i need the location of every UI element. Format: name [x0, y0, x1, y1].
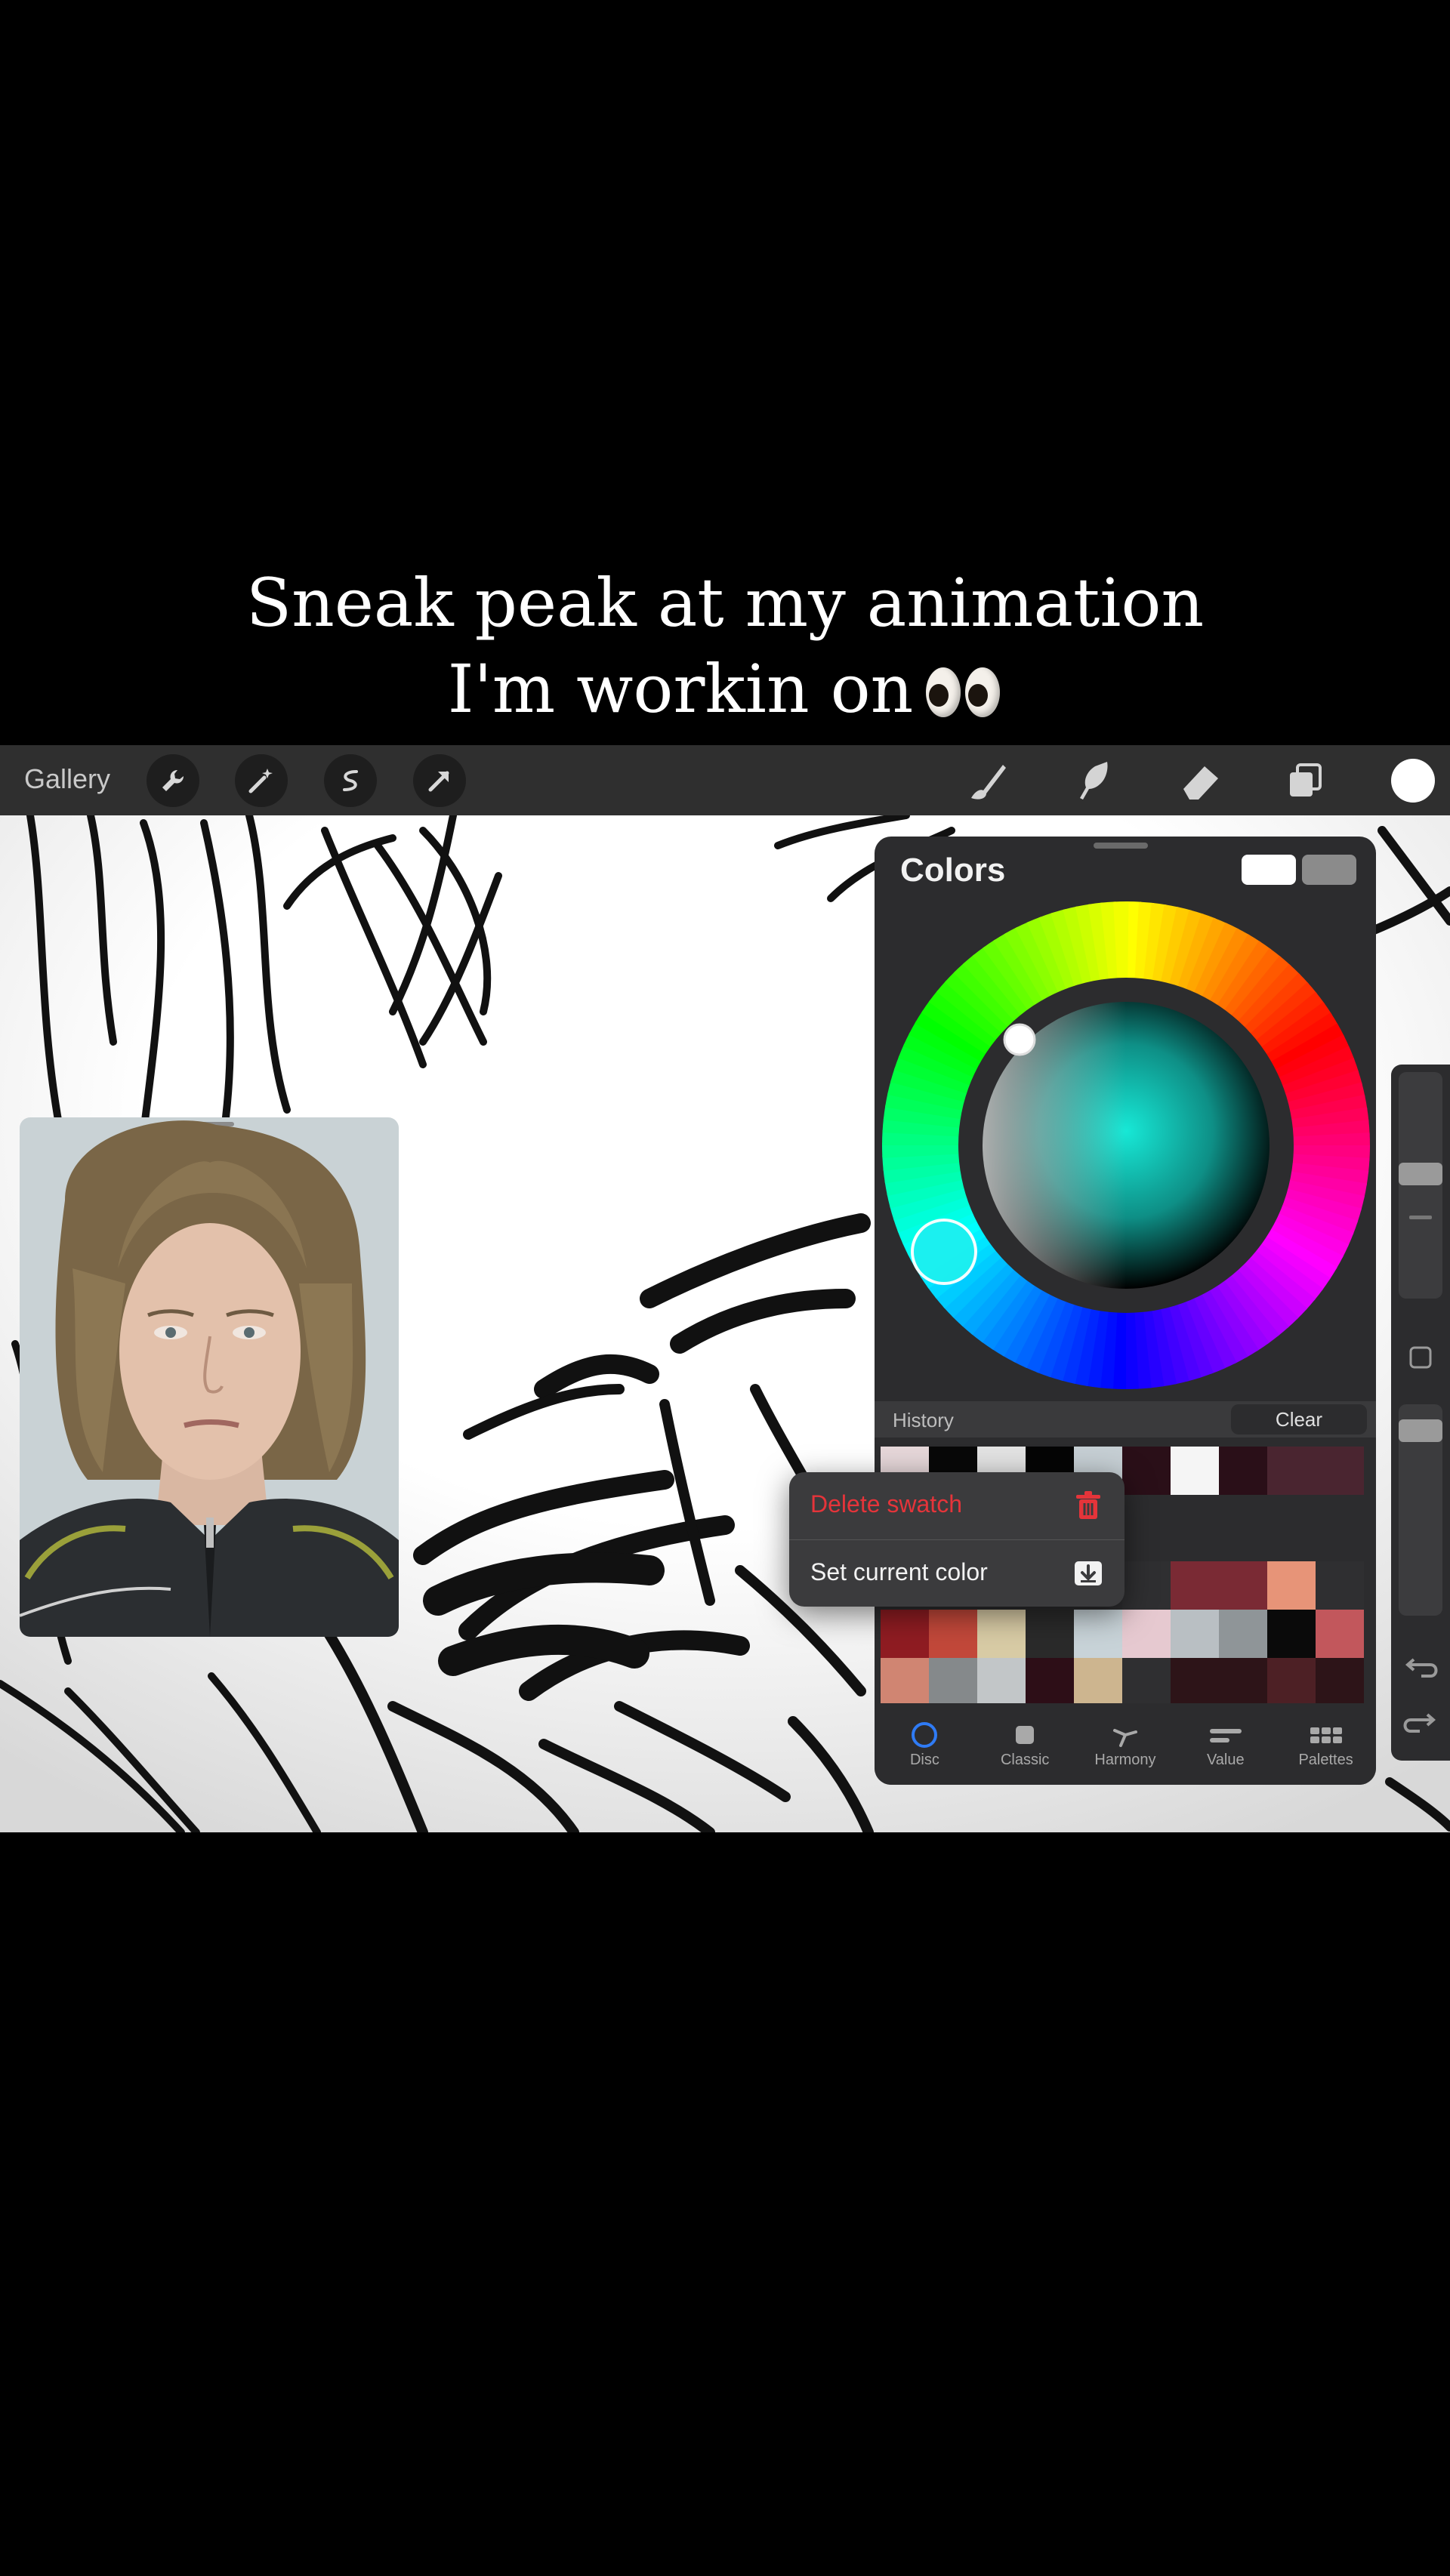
panel-drag-handle[interactable]: [1094, 843, 1148, 849]
delete-swatch-label: Delete swatch: [810, 1490, 962, 1518]
palette-swatch[interactable]: [1122, 1658, 1171, 1706]
eraser-icon[interactable]: [1173, 753, 1229, 809]
tab-palettes[interactable]: Palettes: [1276, 1703, 1376, 1785]
trash-icon: [1072, 1489, 1105, 1526]
value-icon: [1207, 1718, 1245, 1752]
current-color-swatch[interactable]: [1242, 855, 1296, 885]
palette-swatch[interactable]: [881, 1658, 929, 1706]
caption-line-2-text: I'm workin on: [447, 650, 914, 728]
caption-line-2: I'm workin on: [0, 646, 1450, 738]
caption-line-1: Sneak peak at my animation: [245, 564, 1205, 642]
history-header: History Clear: [875, 1401, 1376, 1437]
tab-palettes-label: Palettes: [1298, 1752, 1353, 1768]
classic-icon: [1010, 1718, 1040, 1752]
set-current-color-label: Set current color: [810, 1558, 988, 1585]
disc-icon: [909, 1718, 939, 1752]
set-current-color-item[interactable]: Set current color: [789, 1539, 1125, 1607]
smudge-icon[interactable]: [1065, 753, 1121, 809]
selection-icon[interactable]: [324, 754, 377, 807]
previous-color-swatch[interactable]: [1302, 855, 1356, 885]
tab-classic-label: Classic: [1000, 1752, 1050, 1768]
clear-history-button[interactable]: Clear: [1231, 1404, 1367, 1434]
saturation-handle: [1003, 1023, 1036, 1056]
colors-panel: Colors History Clear Disc Classic Harmon…: [875, 837, 1376, 1785]
tab-disc[interactable]: Disc: [875, 1703, 975, 1785]
history-swatch[interactable]: [1171, 1447, 1219, 1495]
palette-swatch[interactable]: [929, 1610, 977, 1658]
palette-swatch[interactable]: [1171, 1658, 1219, 1706]
eyedropper-download-icon: [1072, 1557, 1105, 1594]
palette-swatch[interactable]: [977, 1658, 1026, 1706]
current-color-button[interactable]: [1391, 759, 1435, 803]
palette-swatch[interactable]: [1219, 1610, 1267, 1658]
tab-harmony-label: Harmony: [1094, 1752, 1156, 1768]
side-slider-bar: [1391, 1065, 1450, 1761]
wrench-icon[interactable]: [147, 754, 199, 807]
palette-swatch[interactable]: [1171, 1561, 1219, 1610]
palette-swatch[interactable]: [1171, 1610, 1219, 1658]
delete-swatch-item[interactable]: Delete swatch: [789, 1472, 1125, 1539]
history-swatch[interactable]: [1267, 1447, 1316, 1495]
palette-swatch[interactable]: [929, 1658, 977, 1706]
tab-disc-label: Disc: [909, 1752, 939, 1768]
palette-swatch[interactable]: [1267, 1658, 1316, 1706]
color-mode-tabs: Disc Classic Harmony Value Palettes: [875, 1703, 1376, 1785]
palette-swatch[interactable]: [1074, 1658, 1122, 1706]
palette-swatch[interactable]: [1026, 1658, 1074, 1706]
hue-handle: [911, 1219, 977, 1285]
palette-swatch[interactable]: [1316, 1610, 1364, 1658]
top-toolbar: Gallery: [0, 745, 1450, 815]
palette-swatch[interactable]: [1267, 1561, 1316, 1610]
magic-wand-icon[interactable]: [235, 754, 288, 807]
tab-harmony[interactable]: Harmony: [1075, 1703, 1176, 1785]
history-swatch[interactable]: [1316, 1447, 1364, 1495]
layers-icon[interactable]: [1278, 753, 1334, 809]
palette-swatch[interactable]: [1316, 1658, 1364, 1706]
history-label: History: [893, 1409, 954, 1431]
palette-swatch[interactable]: [977, 1610, 1026, 1658]
color-disc[interactable]: [882, 901, 1370, 1389]
palette-swatch[interactable]: [1074, 1610, 1122, 1658]
palette-swatch[interactable]: [1219, 1658, 1267, 1706]
brush-icon[interactable]: [959, 753, 1015, 809]
tab-value-label: Value: [1206, 1752, 1245, 1768]
palette-swatch[interactable]: [1122, 1610, 1171, 1658]
palette-swatch[interactable]: [1122, 1561, 1171, 1610]
harmony-icon: [1110, 1718, 1140, 1752]
palette-swatch[interactable]: [1267, 1610, 1316, 1658]
arrow-transform-icon[interactable]: [413, 754, 466, 807]
tab-classic[interactable]: Classic: [975, 1703, 1075, 1785]
palette-swatch[interactable]: [881, 1610, 929, 1658]
palette-swatch[interactable]: [1316, 1561, 1364, 1610]
palette-swatch[interactable]: [1219, 1561, 1267, 1610]
gallery-button[interactable]: Gallery: [24, 763, 110, 795]
history-swatch[interactable]: [1122, 1447, 1171, 1495]
history-swatch[interactable]: [1219, 1447, 1267, 1495]
tab-value[interactable]: Value: [1175, 1703, 1276, 1785]
palettes-icon: [1307, 1718, 1345, 1752]
colors-panel-title: Colors: [900, 852, 1006, 889]
palette-swatch[interactable]: [1026, 1610, 1074, 1658]
swatch-context-menu: Delete swatch Set current color: [789, 1472, 1125, 1607]
eyes-emoji-icon: [924, 652, 1002, 738]
reference-photo[interactable]: [20, 1117, 399, 1637]
